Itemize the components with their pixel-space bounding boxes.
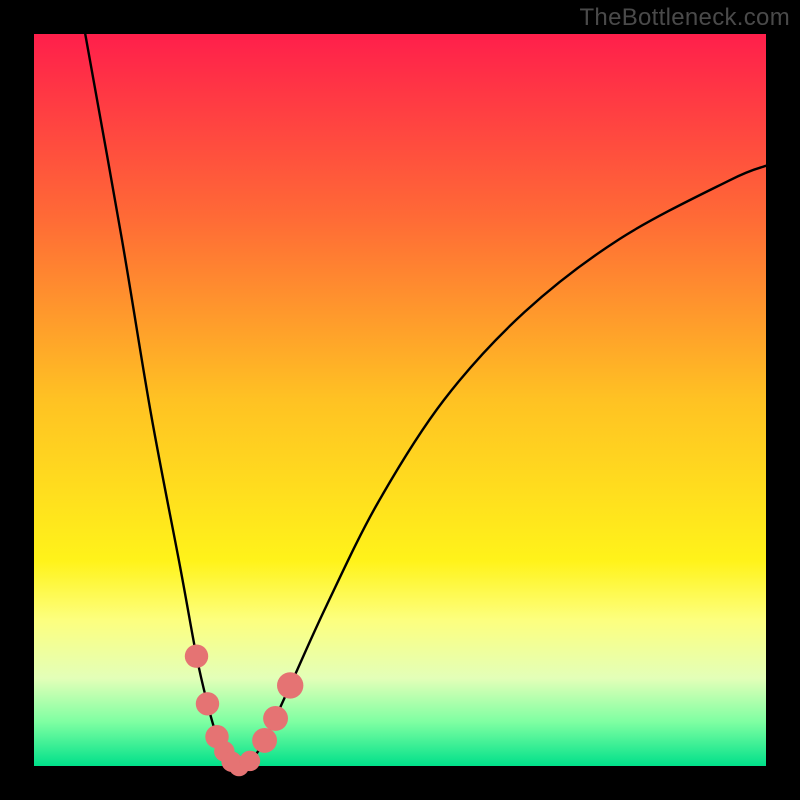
data-marker (240, 751, 261, 772)
data-marker (185, 644, 208, 667)
bottleneck-curve-plot (0, 0, 800, 800)
watermark-text: TheBottleneck.com (579, 4, 790, 32)
data-marker (196, 692, 219, 715)
data-marker (252, 728, 277, 753)
data-marker (277, 672, 303, 698)
plot-background (34, 34, 766, 766)
chart-container: TheBottleneck.com (0, 0, 800, 800)
data-marker (263, 706, 288, 731)
